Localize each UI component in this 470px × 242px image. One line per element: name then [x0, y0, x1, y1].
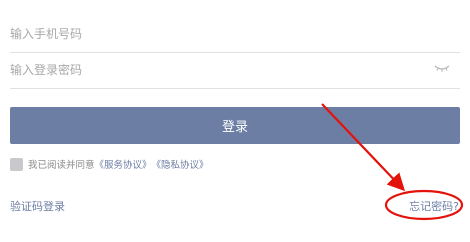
phone-field[interactable] [10, 16, 460, 53]
service-agreement-link[interactable]: 《服务协议》 [95, 157, 152, 171]
password-input[interactable] [10, 52, 410, 88]
password-field[interactable] [10, 52, 460, 89]
agree-text: 我已阅读并同意 [28, 160, 95, 171]
sms-login-link[interactable]: 验证码登录 [10, 198, 65, 214]
forgot-password-link[interactable]: 忘记密码? [409, 198, 459, 214]
login-button[interactable]: 登录 [10, 107, 460, 144]
phone-input[interactable] [10, 16, 410, 52]
agreement-row: 我已阅读并同意 《服务协议》 《隐私协议》 [10, 157, 209, 171]
agree-checkbox[interactable] [10, 157, 23, 171]
privacy-agreement-link[interactable]: 《隐私协议》 [152, 157, 209, 171]
eye-closed-icon[interactable] [434, 64, 450, 74]
